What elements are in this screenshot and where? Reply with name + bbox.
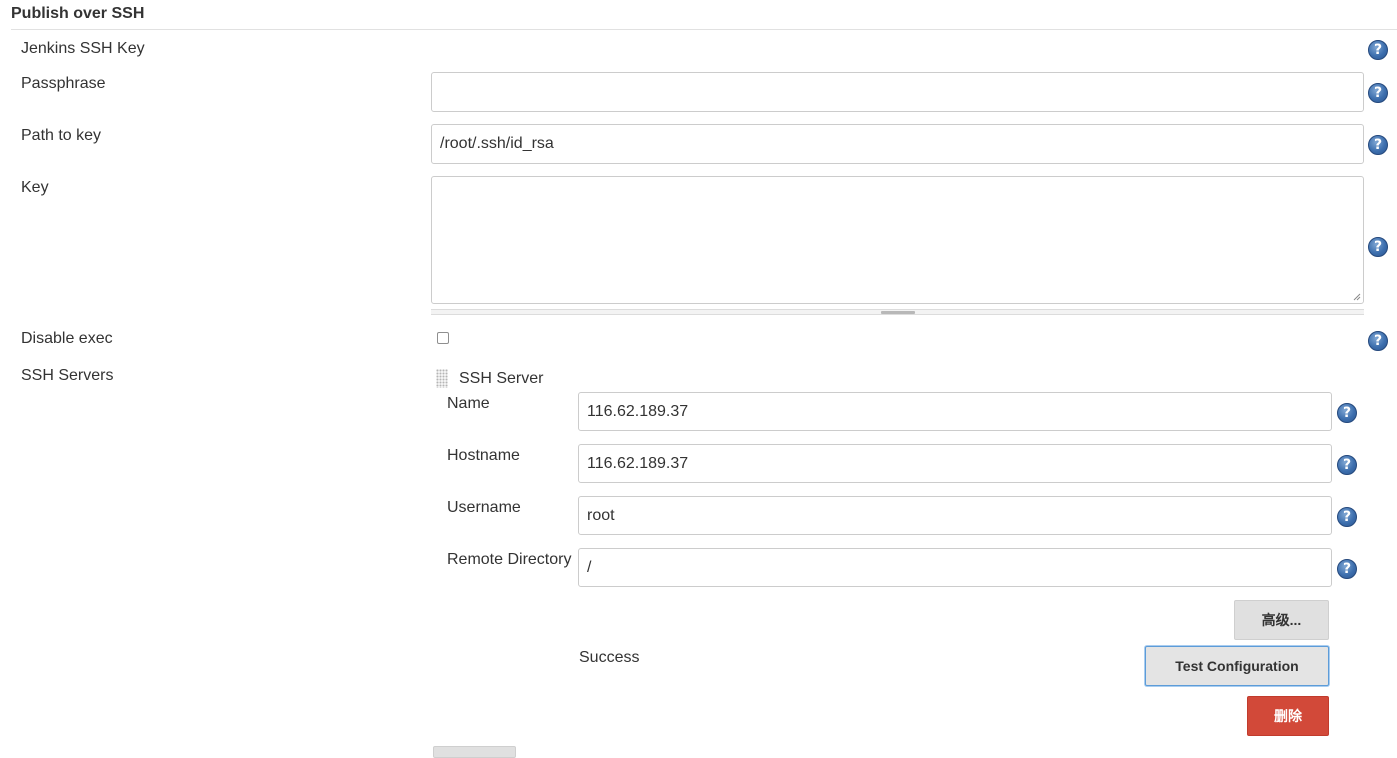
advanced-button[interactable]: 高级... (1234, 600, 1329, 640)
test-configuration-button[interactable]: Test Configuration (1145, 646, 1329, 686)
test-status-text: Success (579, 649, 640, 666)
username-label: Username (447, 499, 521, 516)
section-divider (11, 29, 1397, 30)
help-icon[interactable]: ? (1337, 559, 1357, 579)
hostname-input[interactable]: 116.62.189.37 (578, 444, 1332, 483)
remote-directory-label: Remote Directory (447, 551, 572, 568)
add-server-button[interactable] (433, 746, 516, 758)
path-to-key-label: Path to key (21, 127, 102, 144)
hostname-label: Hostname (447, 447, 520, 464)
delete-button[interactable]: 删除 (1247, 696, 1329, 736)
textarea-resize-bar[interactable] (431, 309, 1364, 315)
passphrase-input[interactable] (431, 72, 1364, 112)
help-icon[interactable]: ? (1368, 237, 1388, 257)
help-icon[interactable]: ? (1337, 507, 1357, 527)
help-icon[interactable]: ? (1368, 331, 1388, 351)
section-title: Publish over SSH (11, 5, 145, 22)
help-icon[interactable]: ? (1368, 135, 1388, 155)
resize-grip-icon[interactable] (1353, 293, 1361, 301)
ssh-server-header: SSH Server (459, 370, 544, 387)
server-name-input[interactable]: 116.62.189.37 (578, 392, 1332, 431)
disable-exec-label: Disable exec (21, 330, 113, 347)
passphrase-label: Passphrase (21, 75, 106, 92)
drag-handle-icon[interactable] (436, 369, 448, 388)
key-label: Key (21, 179, 49, 196)
jenkins-ssh-key-label: Jenkins SSH Key (21, 40, 145, 57)
help-icon[interactable]: ? (1337, 455, 1357, 475)
ssh-servers-label: SSH Servers (21, 367, 114, 384)
disable-exec-checkbox[interactable] (437, 332, 449, 344)
username-input[interactable]: root (578, 496, 1332, 535)
remote-directory-input[interactable]: / (578, 548, 1332, 587)
key-textarea[interactable] (431, 176, 1364, 304)
help-icon[interactable]: ? (1368, 40, 1388, 60)
server-name-label: Name (447, 395, 490, 412)
help-icon[interactable]: ? (1337, 403, 1357, 423)
help-icon[interactable]: ? (1368, 83, 1388, 103)
path-to-key-input[interactable]: /root/.ssh/id_rsa (431, 124, 1364, 164)
grip-icon (880, 311, 915, 314)
